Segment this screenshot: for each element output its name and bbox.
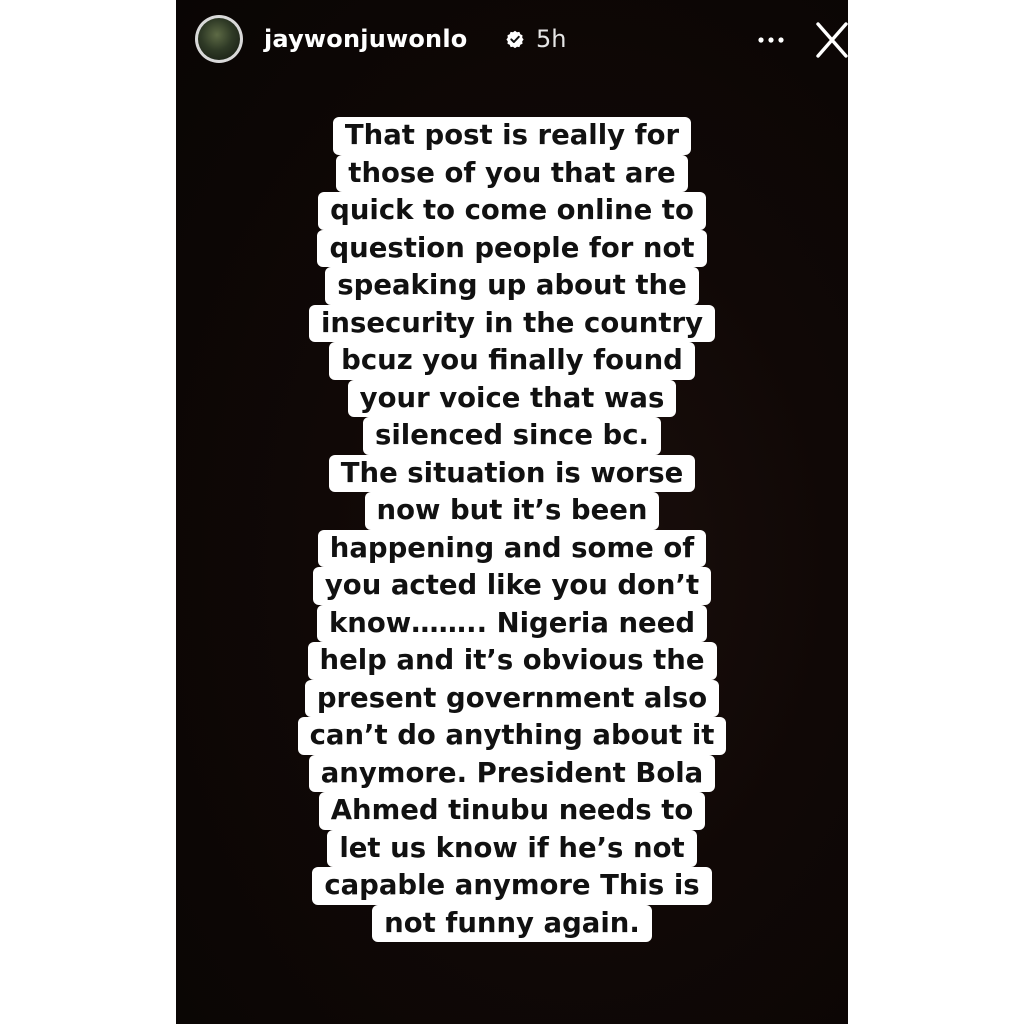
caption-line: let us know if he’s not (176, 829, 848, 867)
caption-line: present government also (176, 679, 848, 717)
caption-line-text: silenced since bc. (363, 417, 661, 455)
avatar[interactable] (195, 15, 243, 63)
caption-line: silenced since bc. (176, 417, 848, 455)
caption-line: happening and some of (176, 529, 848, 567)
caption-line: anymore. President Bola (176, 754, 848, 792)
verified-badge-icon (506, 30, 524, 48)
caption-line: That post is really for (176, 117, 848, 155)
caption-line: Ahmed tinubu needs to (176, 792, 848, 830)
avatar-image (198, 18, 240, 60)
caption-line-text: quick to come online to (318, 192, 706, 230)
caption-line: The situation is worse (176, 454, 848, 492)
caption-line-text: those of you that are (336, 154, 688, 192)
caption-line-text: present government also (304, 679, 720, 717)
caption-line: those of you that are (176, 154, 848, 192)
caption-line-text: capable anymore This is (312, 867, 712, 905)
caption-line: help and it’s obvious the (176, 642, 848, 680)
caption-line: can’t do anything about it (176, 717, 848, 755)
caption-line: capable anymore This is (176, 867, 848, 905)
caption-line-text: insecurity in the country (308, 304, 716, 342)
caption-line-text: let us know if he’s not (327, 829, 697, 867)
caption-line: not funny again. (176, 904, 848, 942)
caption-line-text: you acted like you don’t (312, 567, 712, 605)
caption-line-text: not funny again. (372, 904, 652, 942)
caption-line-text: happening and some of (317, 529, 707, 567)
caption-line-text: now but it’s been (364, 492, 660, 530)
caption-line: question people for not (176, 229, 848, 267)
caption-line: bcuz you finally found (176, 342, 848, 380)
caption-line-text: That post is really for (332, 117, 692, 155)
more-options-icon[interactable] (754, 28, 788, 52)
caption-line: speaking up about the (176, 267, 848, 305)
caption-line-text: know…….. Nigeria need (316, 604, 708, 642)
caption-line: you acted like you don’t (176, 567, 848, 605)
caption-line-text: The situation is worse (328, 454, 696, 492)
post-timestamp: 5h (536, 25, 567, 53)
caption-line-text: speaking up about the (325, 267, 699, 305)
caption-line-text: anymore. President Bola (308, 754, 716, 792)
caption-line-text: Ahmed tinubu needs to (318, 792, 706, 830)
caption-line: your voice that was (176, 379, 848, 417)
caption-line: know…….. Nigeria need (176, 604, 848, 642)
caption-line: quick to come online to (176, 192, 848, 230)
caption-line-text: your voice that was (347, 379, 677, 417)
caption-line: now but it’s been (176, 492, 848, 530)
story-text-caption: That post is really for those of you tha… (176, 117, 848, 942)
story-header: jaywonjuwonlo 5h (176, 0, 848, 80)
caption-line-text: help and it’s obvious the (307, 642, 717, 680)
username[interactable]: jaywonjuwonlo (264, 22, 467, 56)
caption-line-text: can’t do anything about it (297, 717, 727, 755)
caption-line-text: bcuz you finally found (329, 342, 695, 380)
caption-line-text: question people for not (317, 229, 707, 267)
close-icon[interactable] (814, 20, 848, 60)
story-viewer: jaywonjuwonlo 5h That post is really for… (176, 0, 848, 1024)
caption-line: insecurity in the country (176, 304, 848, 342)
